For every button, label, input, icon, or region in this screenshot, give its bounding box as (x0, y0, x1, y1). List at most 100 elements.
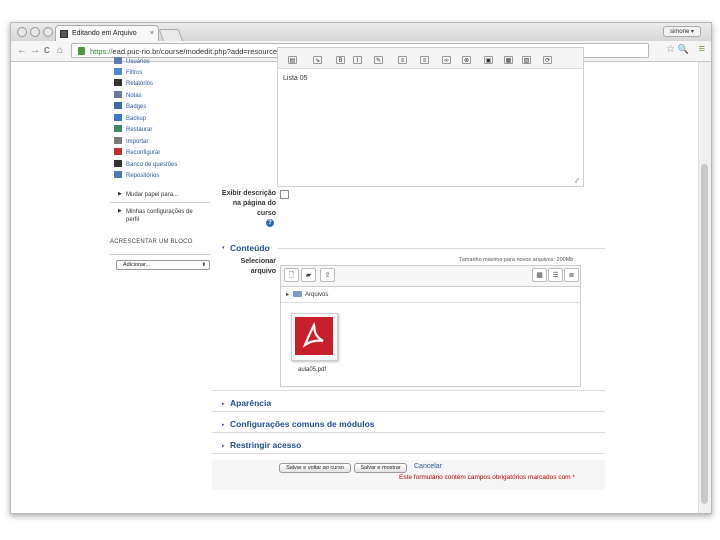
sidebar-item[interactable]: Reconfigurar (114, 148, 160, 158)
my-settings-link[interactable]: Minhas configurações de (126, 208, 193, 216)
path-arrow-icon: ▸ (286, 292, 290, 298)
create-folder-icon[interactable]: ▰ (301, 268, 316, 282)
label-line: na página do (232, 200, 276, 207)
editor-toolbar-button[interactable]: B (336, 56, 345, 64)
help-icon[interactable]: ? (266, 219, 274, 227)
editor-content[interactable]: Lista 05 (283, 75, 308, 82)
editor-toolbar-button[interactable]: ▦ (504, 56, 513, 64)
url-scheme: https:// (90, 47, 113, 56)
users-icon (114, 57, 122, 64)
label-line: Exibir descrição (221, 190, 276, 197)
minimize-window-button[interactable] (30, 27, 40, 37)
zoom-window-button[interactable] (43, 27, 53, 37)
save-and-return-button[interactable]: Salvar e voltar ao curso (279, 463, 351, 473)
editor-toolbar-button[interactable]: ⟳ (543, 56, 552, 64)
section-divider (278, 248, 605, 249)
lock-icon (78, 47, 85, 55)
sidebar-item[interactable]: Notas (114, 91, 142, 101)
file-name[interactable]: aula05.pdf (298, 367, 326, 373)
path-folder-name: Arquivos (305, 292, 329, 298)
section-restrict-access-header[interactable]: Restringir acesso (230, 440, 301, 450)
divider (212, 390, 605, 391)
sidebar-item[interactable]: Restaurar (114, 125, 152, 135)
section-common-settings-header[interactable]: Configurações comuns de módulos (230, 419, 375, 429)
close-tab-icon[interactable]: × (150, 26, 154, 41)
expand-arrow-icon: ▶ (118, 191, 122, 197)
add-block-select-value: Adicionar... (123, 262, 151, 268)
resize-grip-icon[interactable]: ⁄⁄ (576, 178, 578, 185)
expand-arrow-icon[interactable]: ▸ (222, 422, 225, 428)
tree-view-button[interactable]: ≣ (564, 268, 579, 282)
sidebar-item[interactable]: Repositórios (114, 171, 159, 181)
editor-toolbar (277, 47, 584, 69)
switch-role-link[interactable]: Mudar papel para... (126, 191, 178, 199)
scrollbar-thumb[interactable] (701, 164, 708, 504)
my-settings-link-line2[interactable]: perfil (126, 216, 139, 224)
expand-arrow-icon[interactable]: ▸ (222, 443, 225, 449)
section-appearance-header[interactable]: Aparência (230, 398, 271, 408)
sidebar-item-label: Backup (126, 116, 147, 122)
display-description-label: Exibir descrição na página do curso (214, 189, 276, 219)
max-file-size-note: Tamanho máximo para novos arquivos: 200M… (459, 257, 574, 263)
save-and-display-button[interactable]: Salvar e mostrar (354, 463, 407, 473)
bookmark-star-icon[interactable]: ☆ (666, 44, 675, 55)
editor-toolbar-button[interactable]: ✎ (374, 56, 383, 64)
sidebar-item-label: Repositórios (126, 173, 160, 179)
editor-toolbar-button[interactable]: ▧ (522, 56, 531, 64)
sidebar-item[interactable]: Usuários (114, 57, 150, 67)
add-file-icon[interactable]: 🗋 (284, 268, 299, 282)
profile-button[interactable]: simone ▾ (662, 26, 701, 37)
sidebar-item[interactable]: Backup (114, 114, 146, 124)
forward-icon[interactable]: → (30, 44, 40, 58)
sidebar-item[interactable]: Filtros (114, 68, 142, 78)
sidebar-item-label: Filtros (126, 70, 143, 76)
editor-toolbar-button[interactable]: ▣ (484, 56, 493, 64)
pdf-file-icon[interactable] (291, 313, 338, 361)
sidebar-item[interactable]: Banco de questões (114, 160, 177, 170)
pdf-logo-icon (295, 317, 333, 355)
display-description-checkbox[interactable] (280, 190, 289, 199)
divider (212, 453, 605, 454)
browser-tab[interactable]: Editando em Arquivo × (55, 25, 159, 41)
home-icon[interactable]: ⌂ (57, 44, 63, 58)
editor-toolbar-button[interactable]: ≡ (420, 56, 429, 64)
editor-toolbar-button[interactable]: ▤ (288, 56, 297, 64)
repositories-icon (114, 171, 122, 178)
page-scrollbar[interactable] (698, 62, 711, 513)
backup-icon (114, 114, 122, 121)
cancel-link[interactable]: Cancelar (414, 463, 442, 470)
divider (212, 432, 605, 433)
file-path-breadcrumb[interactable]: ▸ Arquivos (286, 291, 328, 298)
sidebar-item[interactable]: Importar (114, 137, 148, 147)
back-icon[interactable]: ← (17, 44, 27, 58)
reports-icon (114, 79, 122, 86)
sidebar-item-label: Notas (126, 93, 142, 99)
sidebar-item[interactable]: Badges (114, 102, 146, 112)
expand-arrow-icon: ▶ (118, 208, 122, 214)
editor-toolbar-button[interactable]: ⇘ (313, 56, 322, 64)
title-bar: Editando em Arquivo × simone ▾ (11, 23, 711, 42)
section-content-header[interactable]: Conteúdo (230, 243, 270, 253)
collapse-arrow-icon[interactable]: ▾ (222, 245, 225, 251)
expand-arrow-icon[interactable]: ▸ (222, 401, 225, 407)
add-block-select[interactable]: Adicionar... ⬍ (116, 260, 210, 270)
editor-toolbar-button[interactable]: ≡ (398, 56, 407, 64)
sidebar-item-label: Usuários (126, 59, 150, 65)
icon-view-button[interactable]: ▦ (532, 268, 547, 282)
browser-menu-icon[interactable]: ≡ (699, 43, 705, 55)
download-icon[interactable]: ⇪ (320, 268, 335, 282)
reload-icon[interactable]: C (44, 44, 50, 58)
editor-toolbar-button[interactable]: ∞ (442, 56, 451, 64)
tab-title: Editando em Arquivo (72, 30, 137, 37)
list-view-button[interactable]: ☰ (548, 268, 563, 282)
badge-icon (114, 102, 122, 109)
restore-icon (114, 125, 122, 132)
import-icon (114, 137, 122, 144)
editor-toolbar-button[interactable]: ⊗ (462, 56, 471, 64)
sidebar-item[interactable]: Relatórios (114, 79, 153, 89)
search-icon[interactable]: 🔍 (678, 44, 689, 55)
divider (281, 302, 580, 303)
required-fields-note: Este formulário contém campos obrigatóri… (399, 474, 575, 481)
close-window-button[interactable] (17, 27, 27, 37)
editor-toolbar-button[interactable]: I (353, 56, 362, 64)
